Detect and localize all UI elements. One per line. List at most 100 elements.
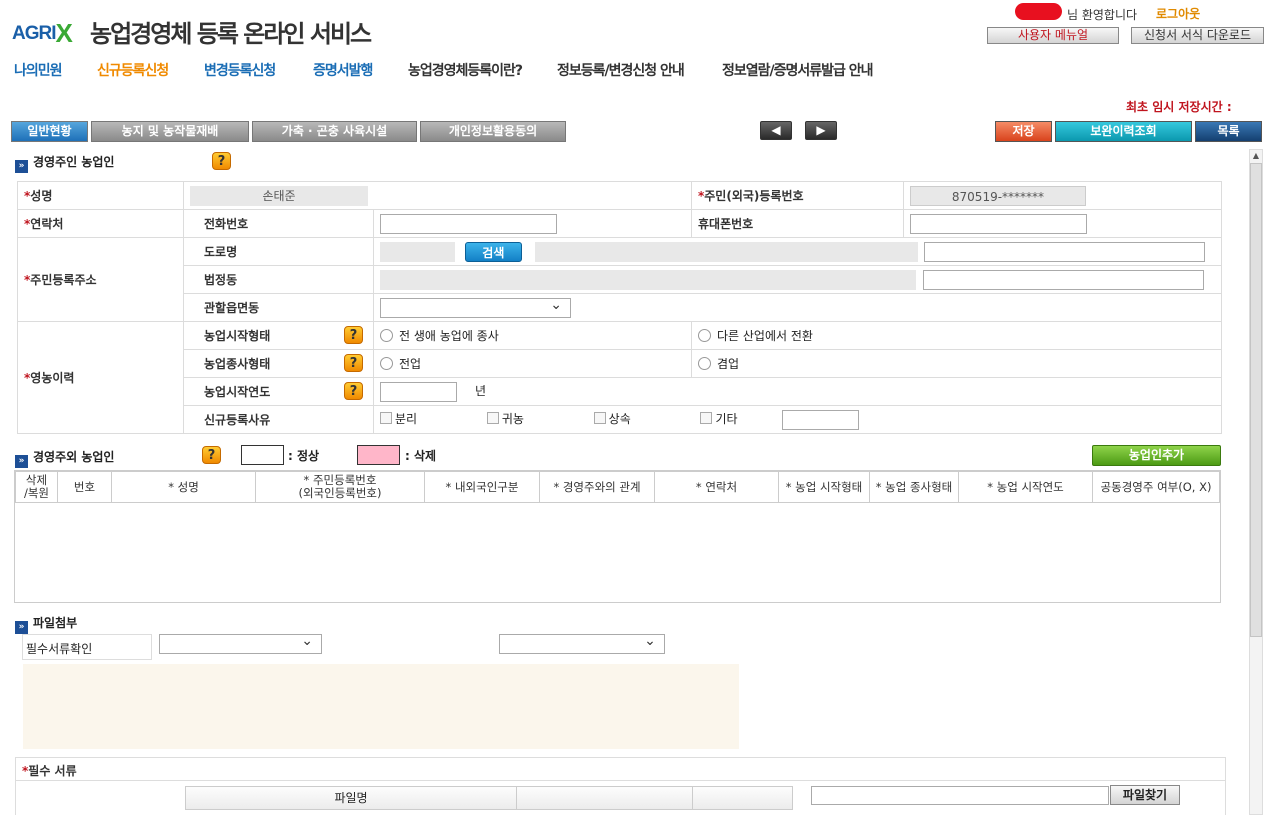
help-icon[interactable]: ?	[344, 354, 363, 372]
reason-opt-4: 기타	[715, 412, 738, 426]
reason-check-1[interactable]	[380, 412, 392, 424]
section-marker-icon: »	[15, 455, 28, 468]
career-label: *영농이력	[17, 321, 184, 434]
user-name-redacted	[1015, 3, 1062, 20]
section-owner-title: » 경영주인 농업인	[15, 153, 114, 173]
required-docs-header: *필수 서류	[15, 757, 1226, 781]
year-unit: 년	[475, 384, 487, 398]
normal-legend: : 정상	[288, 449, 320, 463]
address-search-button[interactable]: 검색	[464, 241, 522, 262]
save-button[interactable]: 저장	[995, 121, 1052, 142]
col-start-year: * 농업 시작연도	[958, 471, 1093, 503]
col-number: 번호	[57, 471, 112, 503]
col-rrn: * 주민등록번호 (외국인등록번호)	[255, 471, 425, 503]
agrix-logo[interactable]: AGRIX	[12, 18, 73, 49]
work-type-radio-2[interactable]	[697, 357, 711, 370]
col-work-type: * 농업 종사형태	[869, 471, 959, 503]
phone-input[interactable]	[380, 213, 557, 234]
start-type-radio-2[interactable]	[697, 329, 711, 342]
help-icon[interactable]: ?	[344, 382, 363, 400]
mobile-input[interactable]	[909, 213, 1087, 234]
add-farmer-button[interactable]: 농업인추가	[1092, 445, 1221, 466]
history-button[interactable]: 보완이력조회	[1055, 121, 1192, 142]
file-column-2	[517, 787, 693, 809]
file-list-header: 파일명	[185, 786, 793, 810]
work-type-opt1: 전업	[399, 357, 422, 371]
road-address-field	[534, 241, 918, 262]
other-farmers-grid: 삭제 /복원 번호 * 성명 * 주민등록번호 (외국인등록번호) * 내외국인…	[14, 470, 1221, 603]
user-manual-button[interactable]: 사용자 메뉴얼	[987, 27, 1119, 44]
zipcode-field	[380, 241, 455, 262]
nav-new-registration[interactable]: 신규등록신청	[97, 60, 169, 80]
col-start-type: * 농업 시작형태	[778, 471, 870, 503]
legal-dong-field	[380, 269, 916, 290]
help-icon[interactable]: ?	[212, 152, 231, 170]
work-type-opt2: 겸업	[716, 357, 740, 371]
section-marker-icon: »	[15, 621, 28, 634]
name-label: *성명	[17, 181, 184, 210]
start-type-opt2: 다른 산업에서 전환	[716, 329, 813, 343]
mobile-label: 휴대폰번호	[690, 209, 904, 238]
work-type-radio-1[interactable]	[380, 357, 393, 370]
scrollbar-thumb[interactable]	[1250, 163, 1262, 637]
reason-opt-2: 귀농	[501, 412, 524, 426]
prev-arrow-icon[interactable]: ◀	[760, 121, 792, 140]
list-button[interactable]: 목록	[1195, 121, 1262, 142]
file-path-input[interactable]	[811, 786, 1109, 805]
owner-table: *성명 손태준 *주민(외국)등록번호 870519-******* *연락처 …	[17, 181, 1223, 434]
nav-info-guide[interactable]: 정보등록/변경신청 안내	[557, 60, 685, 80]
start-type-radio-1[interactable]	[380, 329, 393, 342]
nav-change-registration[interactable]: 변경등록신청	[204, 60, 276, 80]
scroll-up-icon[interactable]: ▲	[1250, 150, 1262, 162]
district-select[interactable]	[380, 297, 571, 318]
welcome-text: 님 환영합니다	[1067, 8, 1138, 22]
road-detail-input[interactable]	[924, 241, 1206, 262]
tab-livestock[interactable]: 가축 · 곤충 사육시설	[252, 121, 417, 142]
col-joint-owner: 공동경영주 여부(O, X)	[1092, 471, 1220, 503]
reason-check-2[interactable]	[486, 412, 499, 424]
start-year-label: 농업시작연도?	[183, 377, 374, 406]
reason-opt-3: 상속	[608, 412, 631, 426]
help-icon[interactable]: ?	[202, 446, 221, 464]
tab-privacy[interactable]: 개인정보활용동의	[420, 121, 566, 142]
doc-check-label: 필수서류확인	[22, 634, 152, 660]
form-download-button[interactable]: 신청서 서식 다운로드	[1131, 27, 1264, 44]
normal-swatch	[241, 445, 284, 465]
file-name-column: 파일명	[186, 787, 517, 809]
save-time-label: 최초 임시 저장시간 :	[1126, 100, 1232, 114]
start-type-label: 농업시작형태?	[183, 321, 374, 350]
col-contact: * 연락처	[654, 471, 779, 503]
nav-my-civil[interactable]: 나의민원	[14, 60, 63, 80]
reason-label: 신규등록사유	[183, 405, 374, 434]
work-type-label: 농업종사형태?	[183, 349, 374, 378]
address-label: *주민등록주소	[17, 237, 184, 322]
doc-type-select[interactable]	[498, 633, 665, 654]
section-marker-icon: »	[15, 160, 28, 173]
start-type-opt1: 전 생애 농업에 종사	[399, 329, 499, 343]
logout-link[interactable]: 로그아웃	[1156, 5, 1200, 22]
legal-detail-input[interactable]	[922, 269, 1204, 290]
tab-farmland[interactable]: 농지 및 농작물재배	[91, 121, 249, 142]
contact-label: *연락처	[17, 209, 184, 238]
rrn-label: *주민(외국)등록번호	[690, 181, 904, 210]
col-delete: 삭제 /복원	[15, 471, 58, 503]
nav-certificate[interactable]: 증명서발행	[313, 60, 373, 80]
reason-other-input[interactable]	[782, 409, 860, 430]
reason-check-3[interactable]	[593, 412, 606, 424]
district-label: 관할읍면동	[183, 293, 374, 322]
col-name: * 성명	[111, 471, 256, 503]
section-other-farmers-title: » 경영주외 농업인	[15, 448, 114, 468]
next-arrow-icon[interactable]: ▶	[805, 121, 837, 140]
start-year-input[interactable]	[380, 381, 457, 402]
col-nationality: * 내외국인구분	[424, 471, 540, 503]
rrn-value: 870519-*******	[909, 185, 1086, 206]
doc-category-select[interactable]	[159, 633, 322, 654]
find-file-button[interactable]: 파일찾기	[1110, 785, 1180, 805]
nav-view-guide[interactable]: 정보열람/증명서류발급 안내	[722, 60, 874, 80]
help-icon[interactable]: ?	[344, 326, 363, 344]
doc-info-panel	[23, 664, 739, 749]
reason-opt-1: 분리	[395, 412, 418, 426]
nav-about[interactable]: 농업경영체등록이란?	[408, 60, 523, 80]
reason-check-4[interactable]	[700, 412, 713, 424]
tab-general[interactable]: 일반현황	[11, 121, 88, 142]
